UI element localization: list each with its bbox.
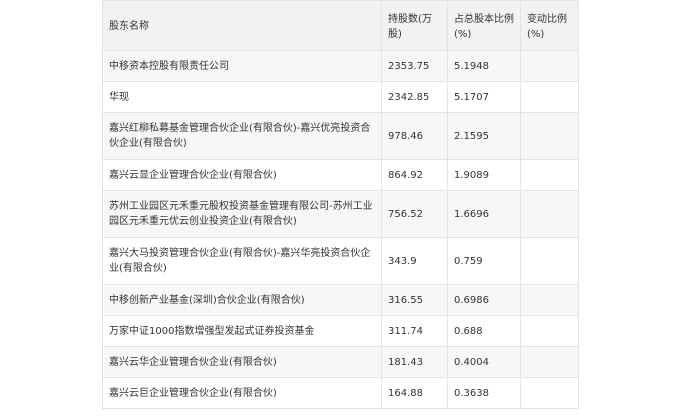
ratio-value: 0.759	[447, 237, 521, 285]
change-value	[520, 377, 579, 409]
header-ratio: 占总股本比例(%)	[447, 0, 521, 51]
header-change: 变动比例(%)	[520, 0, 579, 51]
ratio-value: 0.4004	[447, 346, 521, 378]
ratio-value: 0.6986	[447, 284, 521, 316]
header-shareholder-name: 股东名称	[102, 0, 382, 51]
table-row: 嘉兴云显企业管理合伙企业(有限合伙) 864.92 1.9089	[102, 159, 579, 191]
change-value	[520, 190, 579, 238]
shares-value: 2353.75	[381, 50, 448, 82]
change-value	[520, 315, 579, 347]
shares-value: 343.9	[381, 237, 448, 285]
change-value	[520, 159, 579, 191]
shareholder-name: 嘉兴大马投资管理合伙企业(有限合伙)-嘉兴华亮投资合伙企业(有限合伙)	[102, 237, 382, 285]
shares-value: 316.55	[381, 284, 448, 316]
change-value	[520, 237, 579, 285]
table-row: 嘉兴云华企业管理合伙企业(有限合伙) 181.43 0.4004	[102, 346, 579, 378]
shareholder-name: 嘉兴红柳私募基金管理合伙企业(有限合伙)-嘉兴优亮投资合伙企业(有限合伙)	[102, 112, 382, 160]
shareholder-name: 嘉兴云巨企业管理合伙企业(有限合伙)	[102, 377, 382, 409]
shareholder-name: 中移资本控股有限责任公司	[102, 50, 382, 82]
table-row: 华现 2342.85 5.1707	[102, 81, 579, 113]
ratio-value: 5.1707	[447, 81, 521, 113]
shares-value: 164.88	[381, 377, 448, 409]
header-shares: 持股数(万股)	[381, 0, 448, 51]
ratio-value: 0.3638	[447, 377, 521, 409]
change-value	[520, 346, 579, 378]
shares-value: 756.52	[381, 190, 448, 238]
shareholder-name: 苏州工业园区元禾重元股权投资基金管理有限公司-苏州工业园区元禾重元优云创业投资企…	[102, 190, 382, 238]
table-row: 中移创新产业基金(深圳)合伙企业(有限合伙) 316.55 0.6986	[102, 284, 579, 316]
shareholder-name: 嘉兴云华企业管理合伙企业(有限合伙)	[102, 346, 382, 378]
table-row: 中移资本控股有限责任公司 2353.75 5.1948	[102, 50, 579, 82]
table-row: 苏州工业园区元禾重元股权投资基金管理有限公司-苏州工业园区元禾重元优云创业投资企…	[102, 190, 579, 238]
change-value	[520, 50, 579, 82]
table-header-row: 股东名称 持股数(万股) 占总股本比例(%) 变动比例(%)	[102, 0, 579, 51]
shareholder-name: 华现	[102, 81, 382, 113]
shares-value: 978.46	[381, 112, 448, 160]
change-value	[520, 112, 579, 160]
shareholder-name: 中移创新产业基金(深圳)合伙企业(有限合伙)	[102, 284, 382, 316]
change-value	[520, 81, 579, 113]
ratio-value: 1.6696	[447, 190, 521, 238]
table-row: 嘉兴大马投资管理合伙企业(有限合伙)-嘉兴华亮投资合伙企业(有限合伙) 343.…	[102, 237, 579, 285]
shares-value: 311.74	[381, 315, 448, 347]
change-value	[520, 284, 579, 316]
table-row: 嘉兴云巨企业管理合伙企业(有限合伙) 164.88 0.3638	[102, 377, 579, 409]
shares-value: 2342.85	[381, 81, 448, 113]
ratio-value: 1.9089	[447, 159, 521, 191]
table-row: 嘉兴红柳私募基金管理合伙企业(有限合伙)-嘉兴优亮投资合伙企业(有限合伙) 97…	[102, 112, 579, 160]
table-row: 万家中证1000指数增强型发起式证券投资基金 311.74 0.688	[102, 315, 579, 347]
shares-value: 181.43	[381, 346, 448, 378]
ratio-value: 5.1948	[447, 50, 521, 82]
shares-value: 864.92	[381, 159, 448, 191]
ratio-value: 2.1595	[447, 112, 521, 160]
ratio-value: 0.688	[447, 315, 521, 347]
shareholder-table: 股东名称 持股数(万股) 占总股本比例(%) 变动比例(%) 中移资本控股有限责…	[102, 0, 579, 409]
shareholder-name: 万家中证1000指数增强型发起式证券投资基金	[102, 315, 382, 347]
shareholder-name: 嘉兴云显企业管理合伙企业(有限合伙)	[102, 159, 382, 191]
